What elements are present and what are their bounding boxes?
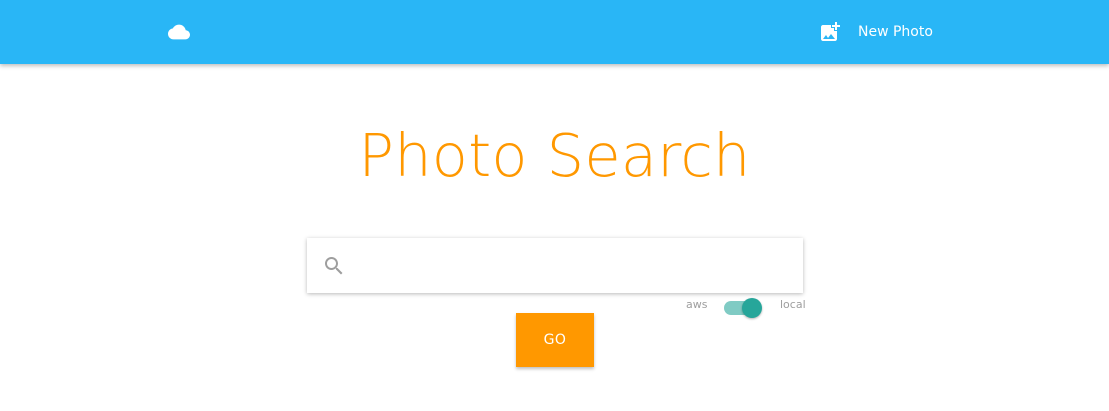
search-input[interactable]: [357, 238, 793, 293]
switch-thumb: [742, 298, 762, 318]
switch-off-label: aws: [686, 298, 708, 311]
search-icon: [325, 257, 343, 275]
add-photo-icon: [821, 22, 840, 41]
top-navbar: New Photo: [0, 0, 1109, 64]
switch-on-label: local: [780, 298, 806, 311]
go-button[interactable]: GO: [516, 313, 594, 367]
source-toggle-switch[interactable]: [724, 298, 762, 318]
page-title: Photo Search: [358, 121, 751, 190]
source-switch-row: aws local: [680, 297, 806, 318]
cloud-icon[interactable]: [166, 21, 192, 43]
search-box: [307, 238, 803, 293]
new-photo-link[interactable]: New Photo: [818, 20, 933, 44]
new-photo-label: New Photo: [858, 24, 933, 40]
